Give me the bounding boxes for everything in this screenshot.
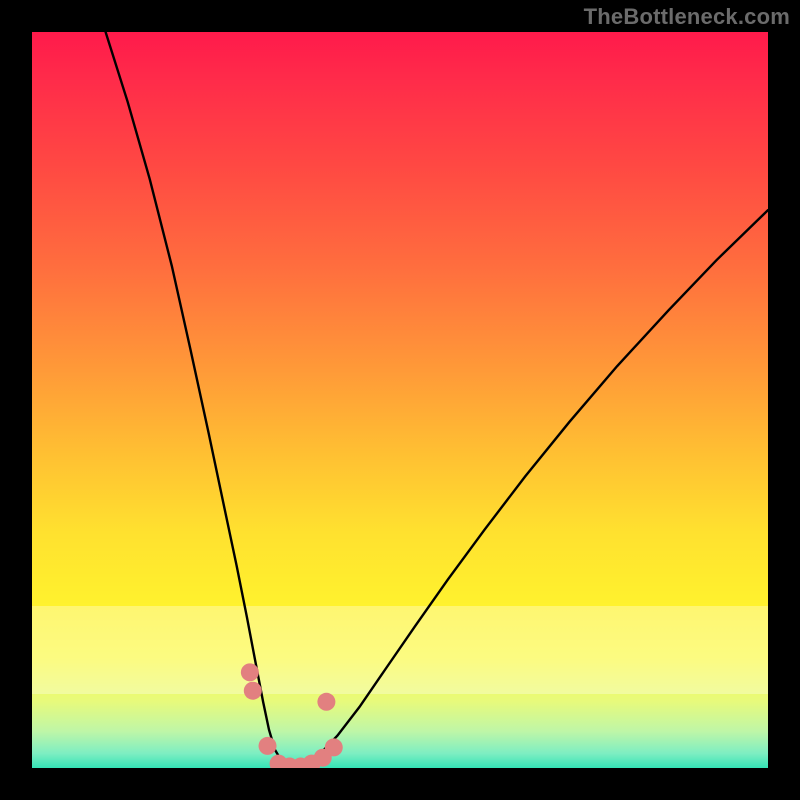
data-dot [244,682,262,700]
data-dot [259,737,277,755]
chart-svg [32,32,768,768]
curve-left [106,32,291,767]
stage: TheBottleneck.com [0,0,800,800]
data-dot [325,738,343,756]
watermark-text: TheBottleneck.com [584,4,790,30]
data-dot [317,693,335,711]
dot-group [241,663,343,768]
curve-right [291,210,768,767]
data-dot [241,663,259,681]
plot-area [32,32,768,768]
